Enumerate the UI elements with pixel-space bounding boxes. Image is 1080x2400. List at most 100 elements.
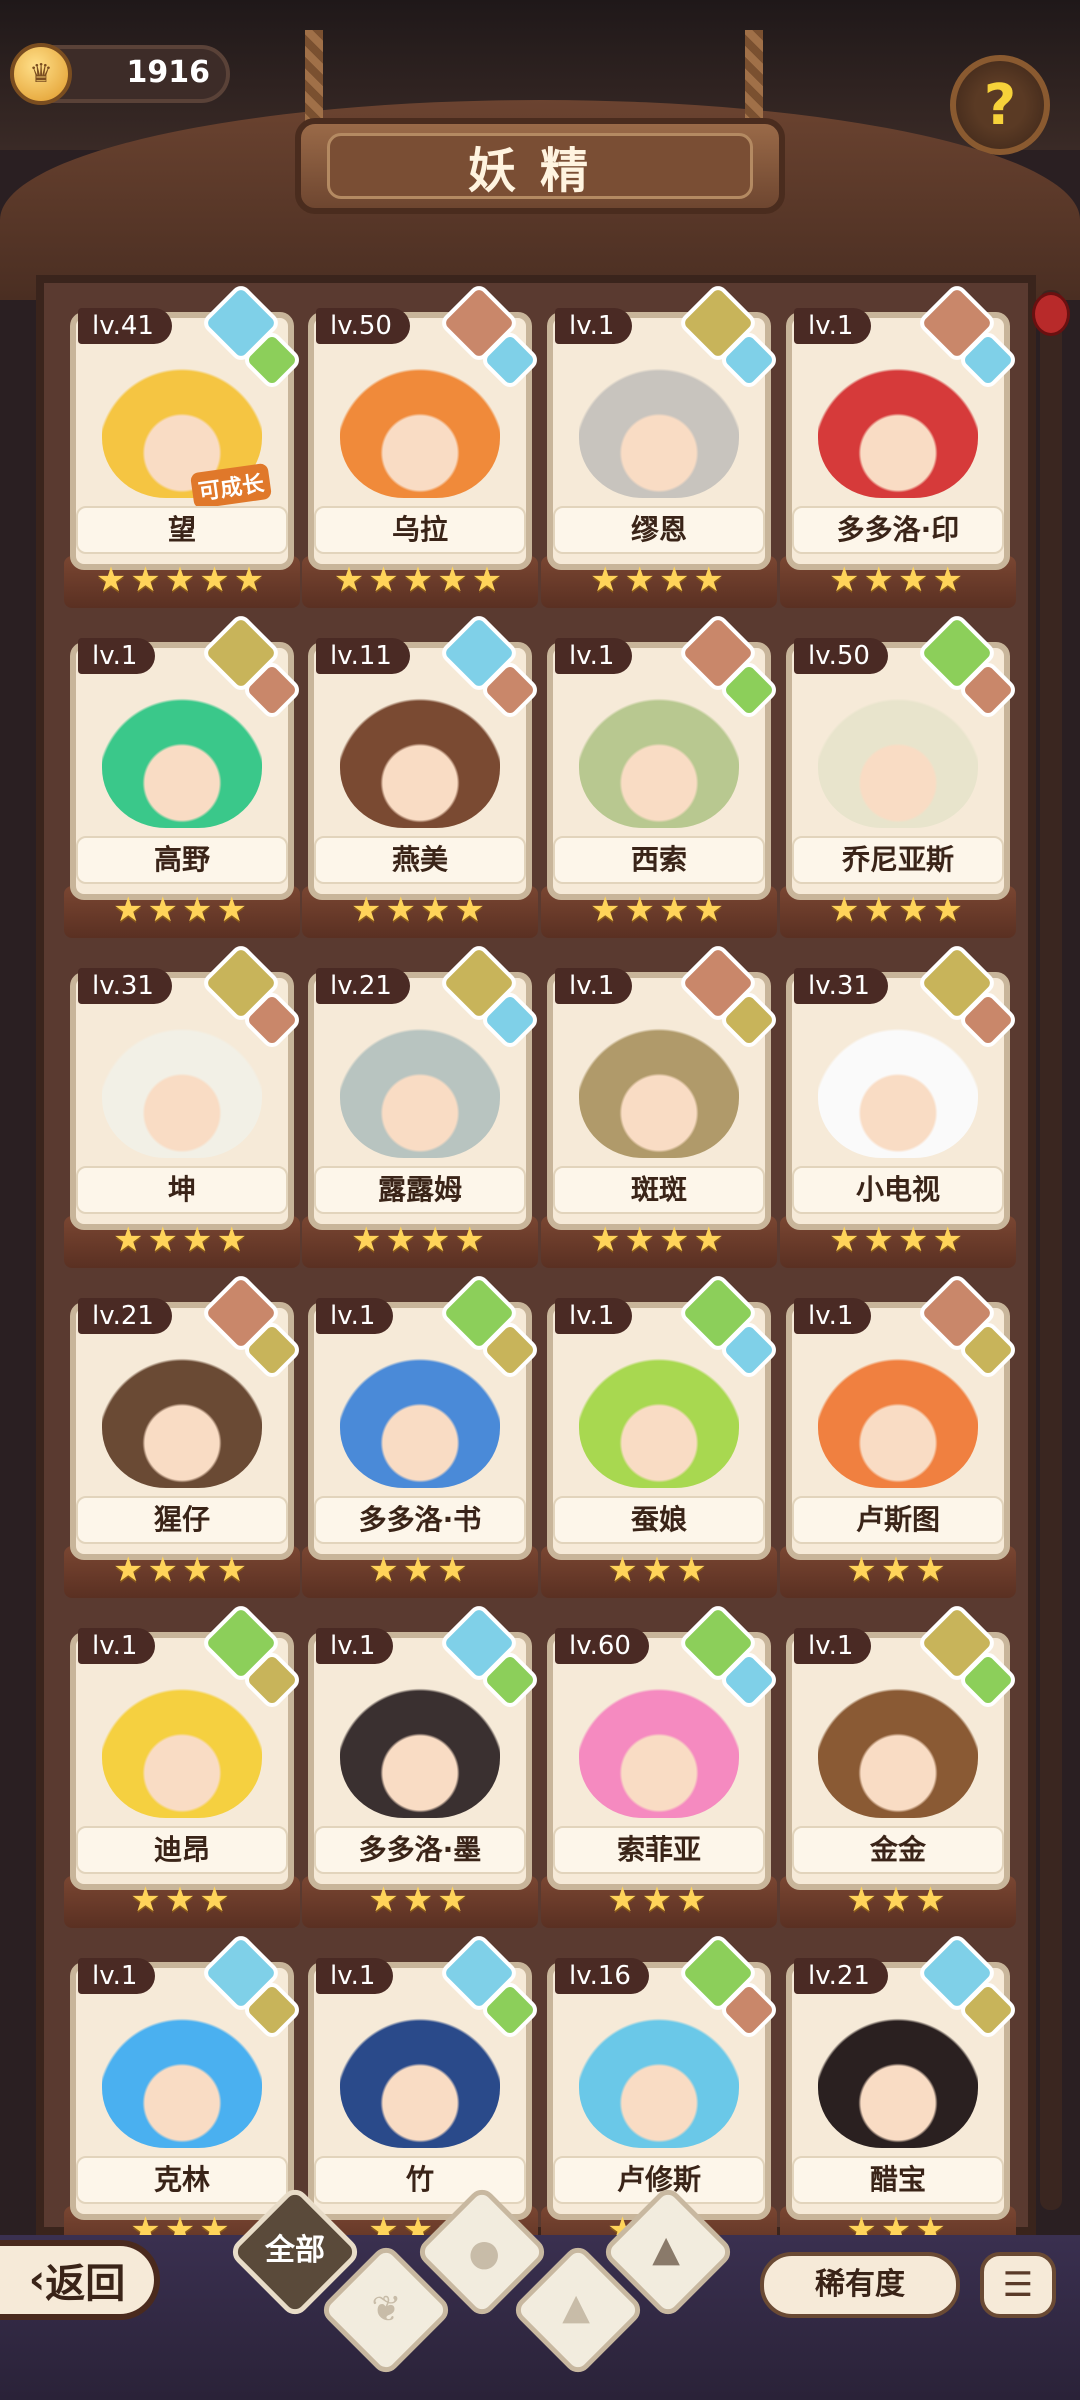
help-button[interactable]: ? xyxy=(950,55,1050,155)
fairy-card[interactable]: lv.1 多多洛·墨 ★★★ xyxy=(302,1601,542,1928)
fairy-level: lv.1 xyxy=(555,308,633,344)
fairy-portrait xyxy=(818,1338,978,1488)
star-rating: ★★★★ xyxy=(113,1220,251,1260)
fairy-level: lv.1 xyxy=(78,638,156,674)
fairy-card[interactable]: lv.21 醋宝 ★★★ xyxy=(780,1931,1020,2258)
fairy-portrait xyxy=(102,1998,262,2148)
fairy-card[interactable]: lv.41 可成长望 ★★★★★ xyxy=(64,281,304,608)
water-drop-icon: ● xyxy=(468,2233,500,2275)
fairy-portrait xyxy=(340,1338,500,1488)
fairy-level: lv.21 xyxy=(316,968,410,1004)
fairy-card[interactable]: lv.31 小电视 ★★★★ xyxy=(780,941,1020,1268)
scrollbar-thumb[interactable] xyxy=(1032,292,1070,336)
star-rating: ★★★★ xyxy=(590,560,728,600)
fairy-card[interactable]: lv.1 多多洛·印 ★★★★ xyxy=(780,281,1020,608)
fairy-portrait xyxy=(340,1998,500,2148)
fairy-portrait xyxy=(579,348,739,498)
fairy-card[interactable]: lv.21 露露姆 ★★★★ xyxy=(302,941,542,1268)
sort-list-button[interactable]: ☰ xyxy=(980,2252,1056,2318)
fairy-name: 多多洛·书 xyxy=(314,1496,526,1544)
star-rating: ★★★★ xyxy=(351,1220,489,1260)
fairy-level: lv.1 xyxy=(555,968,633,1004)
fairy-name: 索菲亚 xyxy=(553,1826,765,1874)
fairy-level: lv.1 xyxy=(555,638,633,674)
page-title: 妖精 xyxy=(327,133,753,199)
fairy-card[interactable]: lv.1 卢斯图 ★★★ xyxy=(780,1271,1020,1598)
fairy-card[interactable]: lv.1 西索 ★★★★ xyxy=(541,611,781,938)
star-rating: ★★★★ xyxy=(590,890,728,930)
fairy-card[interactable]: lv.1 缪恩 ★★★★ xyxy=(541,281,781,608)
rarity-sort-button[interactable]: 稀有度 xyxy=(760,2252,960,2318)
fairy-level: lv.1 xyxy=(316,1958,394,1994)
fairy-card[interactable]: lv.1 多多洛·书 ★★★ xyxy=(302,1271,542,1598)
fairy-portrait xyxy=(340,348,500,498)
fairy-level: lv.1 xyxy=(794,308,872,344)
star-rating: ★★★ xyxy=(846,1880,950,1920)
fairy-card[interactable]: lv.1 迪昂 ★★★ xyxy=(64,1601,304,1928)
fairy-card[interactable]: lv.1 金金 ★★★ xyxy=(780,1601,1020,1928)
fairy-name: 卢斯图 xyxy=(792,1496,1004,1544)
fairy-card[interactable]: lv.1 蚕娘 ★★★ xyxy=(541,1271,781,1598)
fairy-name: 多多洛·墨 xyxy=(314,1826,526,1874)
fairy-card[interactable]: lv.60 索菲亚 ★★★ xyxy=(541,1601,781,1928)
fairy-name: 高野 xyxy=(76,836,288,884)
fairy-level: lv.60 xyxy=(555,1628,649,1664)
earth-icon: ▲ xyxy=(562,2286,590,2328)
scrollbar-track[interactable] xyxy=(1040,290,1062,2210)
fairy-name: 乔尼亚斯 xyxy=(792,836,1004,884)
fairy-card[interactable]: lv.50 乌拉 ★★★★★ xyxy=(302,281,542,608)
fairy-name: 缪恩 xyxy=(553,506,765,554)
fairy-level: lv.31 xyxy=(78,968,172,1004)
fairy-card[interactable]: lv.50 乔尼亚斯 ★★★★ xyxy=(780,611,1020,938)
fairy-portrait xyxy=(818,1998,978,2148)
sprout-icon: ❦ xyxy=(371,2289,402,2331)
filter-all-label: 全部 xyxy=(265,2233,325,2268)
star-rating: ★★★★ xyxy=(829,1220,967,1260)
fairy-name: 克林 xyxy=(76,2156,288,2204)
back-button[interactable]: ‹ 返回 xyxy=(0,2240,160,2320)
fairy-card[interactable]: lv.21 猩仔 ★★★★ xyxy=(64,1271,304,1598)
coin-value: 1916 xyxy=(126,55,211,90)
star-rating: ★★★★★ xyxy=(333,560,507,600)
fairy-card[interactable]: lv.11 燕美 ★★★★ xyxy=(302,611,542,938)
fairy-level: lv.21 xyxy=(794,1958,888,1994)
fairy-level: lv.50 xyxy=(316,308,410,344)
fairy-level: lv.11 xyxy=(316,638,410,674)
fairy-portrait xyxy=(340,1008,500,1158)
fairy-card[interactable]: lv.1 斑斑 ★★★★ xyxy=(541,941,781,1268)
fairy-card[interactable]: lv.1 克林 ★★★ xyxy=(64,1931,304,2258)
fairy-name: 西索 xyxy=(553,836,765,884)
chevron-left-icon: ‹ xyxy=(28,2257,46,2303)
star-rating: ★★★★ xyxy=(829,560,967,600)
fairy-portrait xyxy=(579,1338,739,1488)
fairy-card[interactable]: lv.31 坤 ★★★★ xyxy=(64,941,304,1268)
star-rating: ★★★ xyxy=(846,1550,950,1590)
fairy-level: lv.41 xyxy=(78,308,172,344)
fairy-name: 乌拉 xyxy=(314,506,526,554)
fairy-portrait xyxy=(102,1008,262,1158)
star-rating: ★★★ xyxy=(607,1550,711,1590)
fairy-name: 露露姆 xyxy=(314,1166,526,1214)
fairy-level: lv.1 xyxy=(78,1958,156,1994)
fairy-portrait xyxy=(102,678,262,828)
question-leaf-icon: ? xyxy=(983,72,1017,138)
fairy-portrait xyxy=(102,1668,262,1818)
fairy-portrait xyxy=(579,678,739,828)
fairy-level: lv.1 xyxy=(555,1298,633,1334)
fairy-level: lv.21 xyxy=(78,1298,172,1334)
fairy-name: 金金 xyxy=(792,1826,1004,1874)
fairy-level: lv.31 xyxy=(794,968,888,1004)
fairy-name: 坤 xyxy=(76,1166,288,1214)
fairy-name: 蚕娘 xyxy=(553,1496,765,1544)
fairy-portrait xyxy=(818,678,978,828)
title-sign: 妖精 xyxy=(295,118,785,214)
coin-icon: ♛ xyxy=(10,43,72,105)
star-rating: ★★★★ xyxy=(829,890,967,930)
fairy-card[interactable]: lv.1 高野 ★★★★ xyxy=(64,611,304,938)
coin-counter: ♛ 1916 xyxy=(10,43,230,105)
fairy-name: 望 xyxy=(76,506,288,554)
fairy-portrait xyxy=(818,348,978,498)
fairy-level: lv.1 xyxy=(794,1628,872,1664)
fairy-name: 迪昂 xyxy=(76,1826,288,1874)
fairy-level: lv.50 xyxy=(794,638,888,674)
